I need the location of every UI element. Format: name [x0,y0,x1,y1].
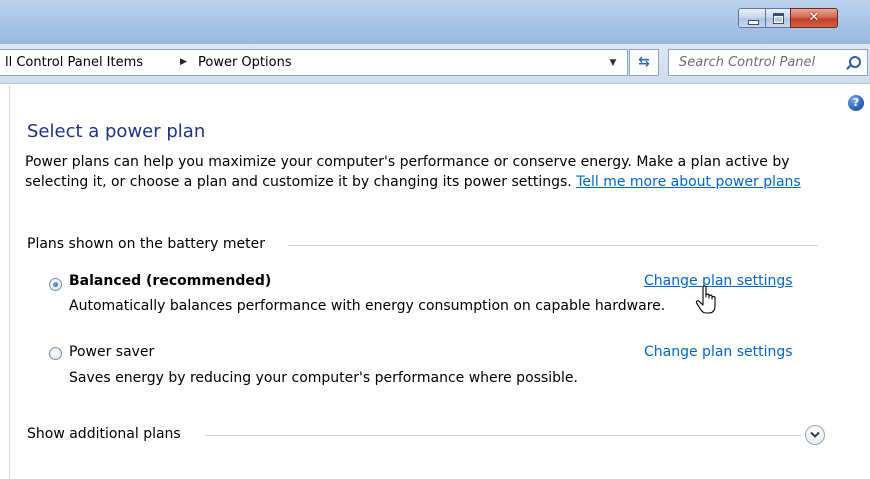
tell-me-more-link[interactable]: Tell me more about power plans [576,174,801,190]
balanced-plan-description: Automatically balances performance with … [69,298,666,314]
breadcrumb-power-options[interactable]: Power Options [198,50,292,75]
page-description: Power plans can help you maximize your c… [25,152,815,192]
help-icon[interactable]: ? [848,95,864,111]
breadcrumb-separator-icon[interactable]: ▶ [180,50,187,75]
power-saver-change-plan-settings-link[interactable]: Change plan settings [644,344,793,360]
search-placeholder: Search Control Panel [679,55,816,70]
address-dropdown-icon[interactable]: ▼ [602,51,624,74]
power-saver-radio[interactable] [49,347,62,360]
maximize-icon [773,13,784,24]
search-icon[interactable] [849,56,861,68]
navigation-pane-divider [9,85,10,479]
show-additional-plans-label[interactable]: Show additional plans [27,426,181,442]
power-saver-plan-name[interactable]: Power saver [69,344,154,360]
group-divider [288,245,818,246]
main-content: ? Select a power plan Power plans can he… [0,85,870,479]
page-title: Select a power plan [27,121,206,142]
breadcrumb-all-control-panel-items[interactable]: ll Control Panel Items [5,50,143,75]
balanced-plan-name[interactable]: Balanced (recommended) [69,273,271,289]
chevron-down-icon [810,431,820,438]
refresh-icon: ⇆ [638,54,650,70]
hand-cursor-icon [695,285,716,314]
maximize-button[interactable] [765,8,791,28]
close-icon: ✕ [808,10,820,25]
close-button[interactable]: ✕ [790,8,838,28]
breadcrumb[interactable]: ll Control Panel Items ▶ Power Options ▼ [0,49,628,76]
plans-group-label: Plans shown on the battery meter [27,236,266,252]
additional-plans-divider [205,435,801,436]
minimize-icon [748,20,759,25]
refresh-button[interactable]: ⇆ [629,49,659,76]
expand-additional-plans-button[interactable] [805,425,825,445]
balanced-radio[interactable] [49,278,62,291]
power-saver-plan-description: Saves energy by reducing your computer's… [69,370,578,386]
address-bar: ll Control Panel Items ▶ Power Options ▼… [0,44,870,84]
minimize-button[interactable] [738,8,766,28]
title-bar: ✕ [0,0,870,44]
search-input[interactable]: Search Control Panel [668,49,868,76]
